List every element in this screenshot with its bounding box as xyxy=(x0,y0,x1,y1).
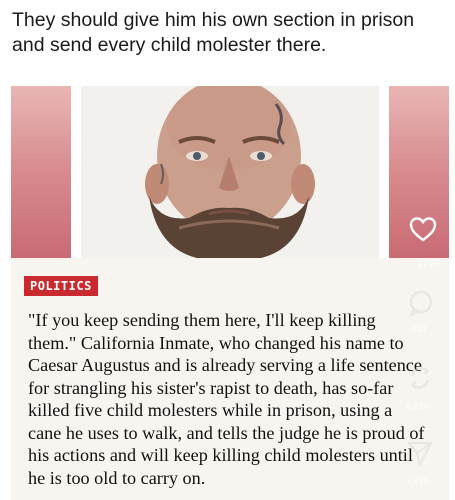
heart-icon[interactable] xyxy=(409,216,437,242)
share-icon[interactable] xyxy=(406,440,434,466)
inmate-portrait xyxy=(145,86,315,258)
comment-icon[interactable] xyxy=(407,290,435,316)
post-caption: They should give him his own section in … xyxy=(12,9,415,56)
post-image[interactable] xyxy=(11,86,449,258)
repost-icon[interactable] xyxy=(406,364,434,392)
view-count: 179K xyxy=(417,258,441,269)
image-left-blur xyxy=(11,86,71,258)
article-body: "If you keep sending them here, I'll kee… xyxy=(28,310,425,488)
category-tag: POLITICS xyxy=(24,276,98,296)
repost-count: 6,226 xyxy=(406,401,429,411)
share-count: 3,715 xyxy=(406,476,429,486)
comment-count: 417 xyxy=(412,324,428,334)
